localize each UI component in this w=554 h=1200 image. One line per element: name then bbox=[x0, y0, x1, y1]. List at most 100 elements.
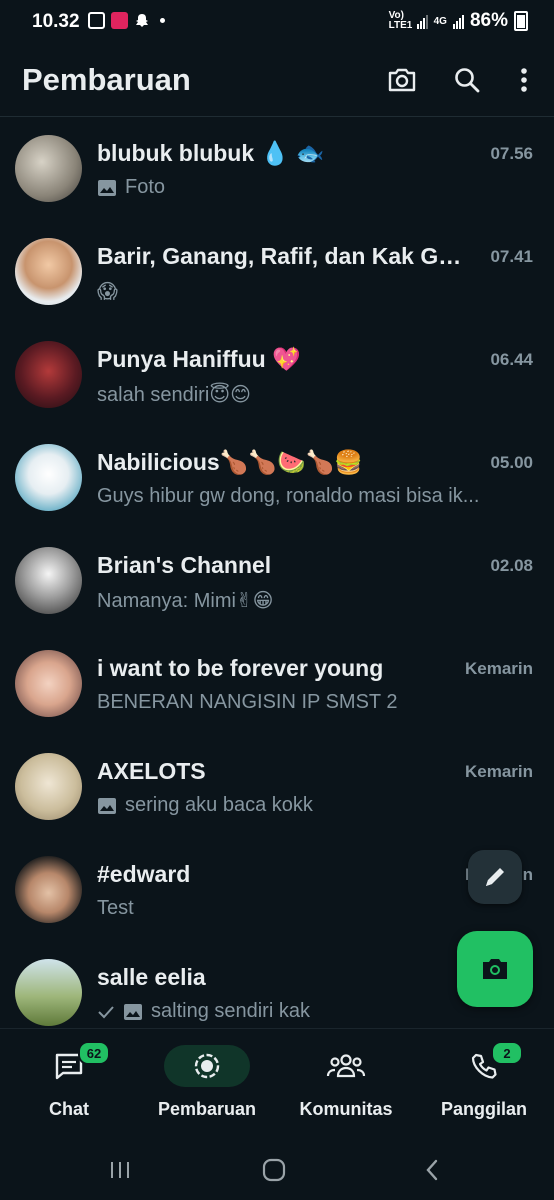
chat-preview-text: BENERAN NANGISIN IP SMST 2 bbox=[97, 691, 398, 713]
chat-row[interactable]: Barir, Ganang, Rafif, dan Kak Ge... 07.4… bbox=[0, 219, 554, 322]
chat-row[interactable]: Nabilicious🍗🍗🍉🍗🍔 05.00 Guys hibur gw don… bbox=[0, 425, 554, 528]
chat-time: 02.08 bbox=[490, 556, 533, 575]
avatar bbox=[15, 753, 82, 820]
volte-label: Vo) LTE1 bbox=[388, 10, 413, 31]
chat-name: i want to be forever young bbox=[97, 655, 384, 681]
nav-communities-icon-wrap bbox=[303, 1045, 389, 1087]
nav-label: Komunitas bbox=[299, 1099, 393, 1119]
chat-preview: Namanya: Mimi✌😁 bbox=[97, 588, 527, 613]
chat-preview-text: salting sendiri kak bbox=[151, 1000, 310, 1022]
chat-time: 05.00 bbox=[490, 453, 533, 472]
chat-time: Kemarin bbox=[464, 762, 533, 781]
chat-preview: sering aku baca kokk bbox=[97, 794, 527, 817]
nav-chat-icon-wrap: 62 bbox=[26, 1041, 112, 1087]
avatar bbox=[15, 959, 82, 1026]
status-right: Vo) LTE1 4G 86% bbox=[389, 10, 528, 32]
camera-icon[interactable] bbox=[384, 62, 420, 98]
image-icon bbox=[124, 1003, 142, 1020]
recent-apps-icon bbox=[111, 1162, 129, 1178]
chat-row[interactable]: Brian's Channel 02.08 Namanya: Mimi✌😁 bbox=[0, 528, 554, 631]
back-button[interactable] bbox=[414, 1154, 450, 1186]
status-icon bbox=[194, 1053, 220, 1079]
new-text-status-button[interactable] bbox=[468, 850, 522, 904]
notification-icons bbox=[88, 12, 165, 29]
calls-badge: 2 bbox=[491, 1041, 523, 1065]
camera-icon bbox=[483, 959, 507, 979]
chat-name: Brian's Channel bbox=[97, 552, 272, 578]
nav-calls-icon-wrap: 2 bbox=[441, 1041, 527, 1087]
nav-label: Chat bbox=[49, 1099, 89, 1119]
chat-preview-text: Guys hibur gw dong, ronaldo masi bisa ik… bbox=[97, 485, 480, 507]
network-type-label: 4G bbox=[433, 15, 447, 27]
avatar bbox=[15, 341, 82, 408]
nav-calls[interactable]: 2 Panggilan bbox=[415, 1029, 553, 1137]
signal-icon bbox=[416, 13, 428, 29]
chat-name: AXELOTS bbox=[97, 758, 206, 784]
image-icon bbox=[98, 797, 116, 814]
avatar bbox=[15, 650, 82, 717]
nav-updates-icon-wrap bbox=[164, 1045, 250, 1087]
nav-communities[interactable]: Komunitas bbox=[277, 1029, 415, 1137]
back-icon bbox=[426, 1159, 438, 1181]
chat-preview-text: Test bbox=[97, 897, 134, 919]
snapchat-notification-icon bbox=[134, 13, 150, 29]
chat-name: Punya Haniffuu 💖 bbox=[97, 346, 301, 372]
avatar bbox=[15, 238, 82, 305]
chat-name: blubuk blubuk 💧 🐟 bbox=[97, 140, 325, 166]
chat-preview: BENERAN NANGISIN IP SMST 2 bbox=[97, 691, 527, 714]
chat-preview: salting sendiri kak bbox=[97, 1000, 527, 1023]
app-header: Pembaruan bbox=[0, 44, 554, 117]
home-button[interactable] bbox=[256, 1154, 292, 1186]
recent-apps-button[interactable] bbox=[102, 1154, 138, 1186]
chat-name: Barir, Ganang, Rafif, dan Kak Ge... bbox=[97, 243, 467, 269]
community-icon bbox=[326, 1054, 366, 1078]
chat-preview: Guys hibur gw dong, ronaldo masi bisa ik… bbox=[97, 485, 527, 508]
chat-time: Kemarin bbox=[464, 659, 533, 678]
nav-label: Panggilan bbox=[440, 1099, 527, 1119]
chat-preview: 😱 bbox=[97, 279, 527, 304]
chat-unread-badge: 62 bbox=[78, 1041, 110, 1065]
chat-preview-text: salah sendiri😇😊 bbox=[97, 384, 251, 406]
signal-icon-2 bbox=[452, 13, 464, 29]
chat-row[interactable]: blubuk blubuk 💧 🐟 07.56 Foto bbox=[0, 116, 554, 219]
chat-preview: Foto bbox=[97, 176, 527, 199]
avatar bbox=[15, 856, 82, 923]
chat-preview-text: Foto bbox=[125, 176, 166, 198]
avatar bbox=[15, 444, 82, 511]
chat-row[interactable]: Punya Haniffuu 💖 06.44 salah sendiri😇😊 bbox=[0, 322, 554, 425]
new-camera-status-button[interactable] bbox=[457, 931, 533, 1007]
search-icon[interactable] bbox=[449, 62, 485, 98]
bottom-navigation: 62 Chat Pembaruan Komunitas 2 Panggilan bbox=[0, 1028, 554, 1137]
chat-time: 07.56 bbox=[490, 144, 533, 163]
system-navigation-bar bbox=[0, 1140, 554, 1200]
page-title: Pembaruan bbox=[22, 62, 191, 97]
chat-preview: Test bbox=[97, 897, 527, 920]
chat-preview-text: 😱 bbox=[97, 281, 118, 303]
nav-chat[interactable]: 62 Chat bbox=[0, 1029, 138, 1137]
chat-name: salle eelia bbox=[97, 964, 206, 990]
chat-name: Nabilicious🍗🍗🍉🍗🍔 bbox=[97, 449, 363, 475]
more-options-icon[interactable] bbox=[506, 62, 542, 98]
pencil-icon bbox=[486, 868, 504, 886]
avatar bbox=[15, 547, 82, 614]
home-icon bbox=[262, 1158, 286, 1182]
more-notifications-dot bbox=[160, 18, 165, 23]
chat-preview: salah sendiri😇😊 bbox=[97, 382, 527, 407]
read-check-icon bbox=[98, 1005, 114, 1018]
status-time: 10.32 bbox=[32, 11, 80, 32]
battery-icon bbox=[514, 11, 528, 31]
chat-preview-text: sering aku baca kokk bbox=[125, 794, 313, 816]
image-icon bbox=[98, 179, 116, 196]
chat-time: 06.44 bbox=[490, 350, 533, 369]
chat-time: 07.41 bbox=[490, 247, 533, 266]
nav-updates[interactable]: Pembaruan bbox=[138, 1029, 276, 1137]
chat-row[interactable]: i want to be forever young Kemarin BENER… bbox=[0, 631, 554, 734]
nav-label: Pembaruan bbox=[157, 1099, 257, 1119]
gallery-notification-icon bbox=[88, 12, 105, 29]
chat-name: #edward bbox=[97, 861, 191, 887]
battery-percent: 86% bbox=[469, 10, 508, 31]
chat-preview-text: Namanya: Mimi✌😁 bbox=[97, 590, 274, 612]
app-notification-icon bbox=[111, 12, 128, 29]
status-bar: 10.32 Vo) LTE1 4G 86% bbox=[0, 0, 554, 44]
chat-row[interactable]: AXELOTS Kemarin sering aku baca kokk bbox=[0, 734, 554, 837]
